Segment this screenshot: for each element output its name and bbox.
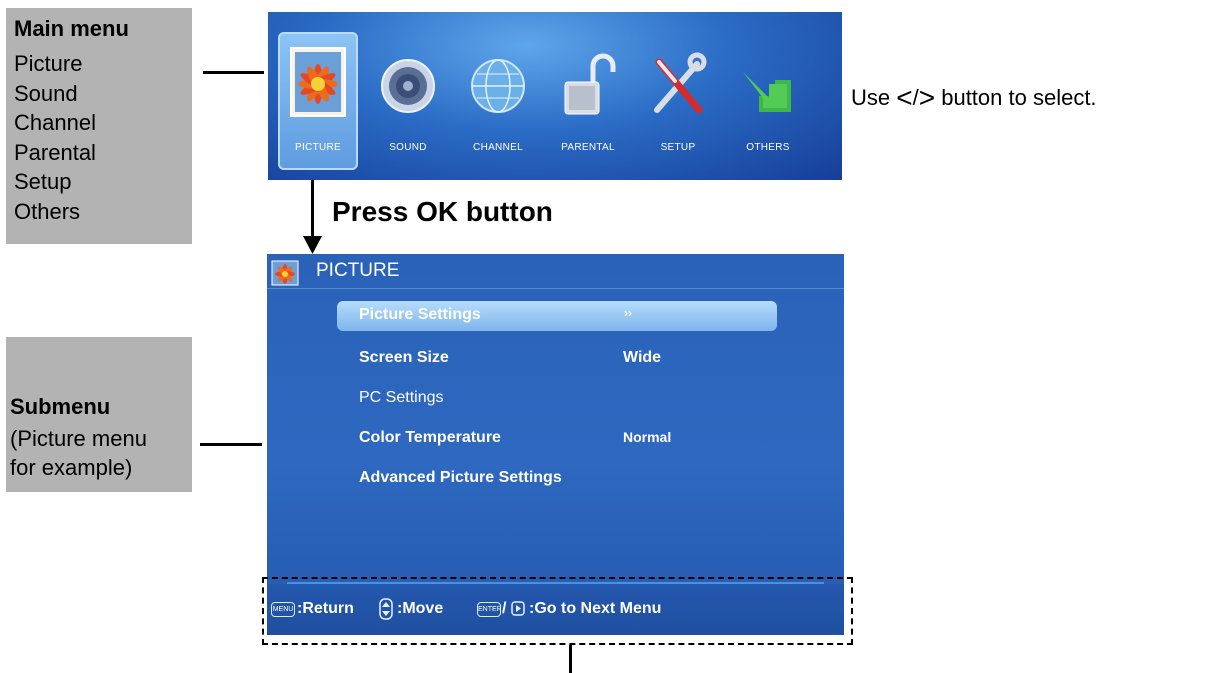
submenu-connector-line [200,443,262,446]
menu-item-parental[interactable]: PARENTAL [548,32,628,170]
green-arrow-icon [743,68,791,112]
row-label: Color Temperature [359,429,501,446]
submenu-label-desc: (Picture menu for example) [10,424,147,482]
main-menu-label-items: Picture Sound Channel Parental Setup Oth… [14,49,96,226]
down-arrow-icon [303,236,322,254]
menu-item-label: CHANNEL [473,142,523,153]
row-label: PC Settings [359,389,444,406]
row-label: Screen Size [359,349,449,366]
main-menu-label-title: Main menu [14,16,129,41]
row-label: Picture Settings [359,306,481,323]
submenu-row-color-temperature[interactable]: Color Temperature Normal [337,424,777,454]
menu-item-picture[interactable]: PICTURE [278,32,358,170]
submenu-row-picture-settings[interactable]: Picture Settings ›› [337,301,777,331]
menu-item-channel[interactable]: CHANNEL [458,32,538,170]
use-instruction-prefix: Use [851,85,891,110]
left-arrow-icon: < [896,82,913,113]
speaker-icon [381,59,435,113]
submenu-title: PICTURE [316,260,400,281]
right-arrow-icon: > [918,82,936,113]
tools-icon [654,52,707,114]
menu-item-label: SETUP [660,142,696,153]
main-menu-label-box: Main menu Picture Sound Channel Parental… [6,8,192,244]
down-arrow-line [311,180,314,240]
submenu-row-screen-size[interactable]: Screen Size Wide [337,344,777,374]
main-menu-label-item: Setup [14,169,72,194]
submenu-label-box: Submenu (Picture menu for example) [6,337,192,492]
submenu-arrow-icon: ›› [624,306,632,320]
row-value: Wide [623,349,662,366]
flower-picture-icon [290,47,346,117]
submenu-row-pc-settings[interactable]: PC Settings [337,384,777,414]
submenu-label-desc-line: for example) [10,455,133,480]
footer-connector-line [569,645,572,673]
row-label: Advanced Picture Settings [359,469,562,486]
menu-item-label: PARENTAL [561,142,615,153]
main-menu-label-item: Parental [14,139,96,165]
main-menu-bar: PICTURE SOUND CHANNEL PARENTAL SETUP OTH… [268,12,842,180]
main-menu-connector-line [203,71,264,74]
menu-item-label: SOUND [389,142,427,153]
main-menu-label-item: Sound [14,80,78,106]
footer-highlight-box [262,577,853,645]
menu-item-others[interactable]: OTHERS [728,32,808,170]
menu-item-label: OTHERS [746,142,790,153]
menu-item-setup[interactable]: SETUP [638,32,718,170]
use-instruction: Use </> button to select. [851,82,1097,114]
submenu-label-title: Submenu [10,394,111,419]
main-menu-label-item: Channel [14,110,96,135]
globe-icon [471,59,525,113]
main-menu-label-item: Others [14,198,81,224]
menu-item-sound[interactable]: SOUND [368,32,448,170]
use-instruction-suffix: button to select. [941,85,1097,110]
press-ok-label: Press OK button [332,196,553,227]
main-menu-label-item: Picture [14,51,83,76]
title-divider [267,288,844,289]
submenu-label-desc-line: (Picture menu [10,426,147,451]
submenu-row-advanced-picture-settings[interactable]: Advanced Picture Settings [337,464,777,494]
row-value: Normal [623,429,672,445]
padlock-icon [564,53,616,115]
menu-item-label: PICTURE [295,142,341,153]
flower-picture-icon [271,260,299,286]
